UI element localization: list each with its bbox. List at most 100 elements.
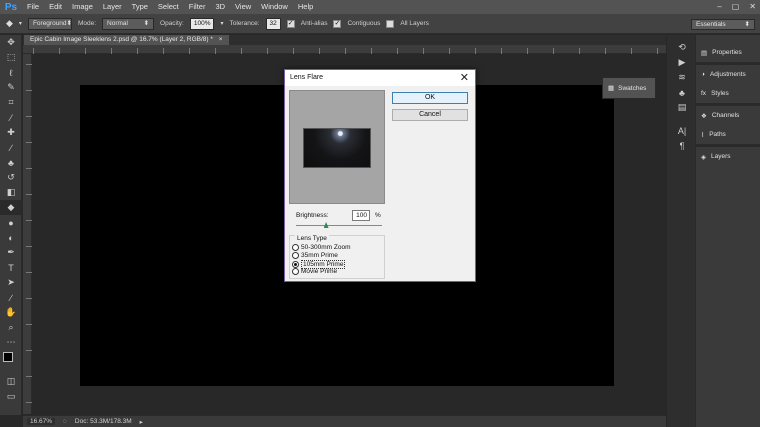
shape-tool-icon[interactable]: ∕ — [0, 290, 22, 305]
paths-icon: ⌇ — [701, 131, 705, 139]
zoom-level[interactable]: 16.67% — [27, 418, 56, 425]
window-controls: – ▢ ✕ — [717, 0, 756, 14]
flare-preview[interactable] — [289, 90, 385, 204]
lasso-tool-icon[interactable]: ℓ — [0, 65, 22, 80]
tools-panel: ✥ ⬚ ℓ ✎ ⌗ ⁄ ✚ ∕ ♣ ↺ ◧ ◆ ● ◐ ✒ T ➤ ∕ ✋ ⌕ … — [0, 35, 22, 415]
status-bar: 16.67% ◌ Doc: 53.3M/178.3M ▸ — [23, 415, 666, 427]
panel-channels[interactable]: ❖ Channels — [696, 106, 760, 125]
actions-icon[interactable]: ▶ — [671, 55, 693, 70]
menu-type[interactable]: Type — [127, 0, 153, 14]
pen-tool-icon[interactable]: ✒ — [0, 245, 22, 260]
lens-option-50-300[interactable]: 50-300mm Zoom — [292, 244, 351, 251]
lens-option-movie-prime[interactable]: Movie Prime — [292, 268, 337, 275]
brightness-slider-track[interactable] — [296, 225, 382, 226]
foreground-color-swatch[interactable] — [3, 352, 13, 362]
eraser-tool-icon[interactable]: ◧ — [0, 185, 22, 200]
color-swatches[interactable] — [0, 350, 21, 374]
marquee-tool-icon[interactable]: ⬚ — [0, 50, 22, 65]
clone-stamp-tool-icon[interactable]: ♣ — [0, 155, 22, 170]
opacity-chevron-icon[interactable]: ▾ — [220, 20, 223, 27]
menu-help[interactable]: Help — [293, 0, 318, 14]
close-icon[interactable]: ✕ — [749, 0, 756, 14]
quick-select-tool-icon[interactable]: ✎ — [0, 80, 22, 95]
crop-tool-icon[interactable]: ⌗ — [0, 95, 22, 110]
blur-tool-icon[interactable]: ● — [0, 215, 22, 230]
status-circle-icon[interactable]: ◌ — [63, 418, 67, 425]
workspace-select[interactable]: Essentials ⬍ — [691, 19, 755, 30]
brushes-icon[interactable]: ≋ — [671, 70, 693, 85]
panel-adjustments[interactable]: ◑ Adjustments — [696, 65, 760, 84]
lens-flare-dialog: Lens Flare ✕ OK Cancel Brightness: 100 %… — [284, 69, 476, 282]
menu-edit[interactable]: Edit — [44, 0, 67, 14]
tolerance-field[interactable]: 32 — [265, 17, 281, 30]
document-close-icon[interactable]: × — [219, 36, 223, 43]
character-icon[interactable]: A| — [671, 123, 693, 138]
radio-button-selected[interactable] — [292, 261, 299, 268]
radio-button[interactable] — [292, 244, 299, 251]
menu-window[interactable]: Window — [256, 0, 293, 14]
doc-size-info: Doc: 53.3M/178.3M — [74, 418, 132, 425]
maximize-icon[interactable]: ▢ — [732, 0, 740, 14]
menu-file[interactable]: File — [22, 0, 44, 14]
swatches-label: Swatches — [618, 84, 647, 92]
menu-filter[interactable]: Filter — [184, 0, 211, 14]
vertical-ruler[interactable] — [23, 54, 32, 414]
panel-properties[interactable]: ▤ Properties — [696, 43, 760, 62]
healing-brush-tool-icon[interactable]: ✚ — [0, 125, 22, 140]
tool-preset-chevron-icon[interactable]: ▾ — [19, 20, 22, 27]
path-selection-tool-icon[interactable]: ➤ — [0, 275, 22, 290]
cancel-button[interactable]: Cancel — [392, 109, 468, 121]
horizontal-ruler[interactable] — [23, 45, 666, 54]
menu-select[interactable]: Select — [153, 0, 184, 14]
menu-layer[interactable]: Layer — [98, 0, 127, 14]
dialog-close-icon[interactable]: ✕ — [460, 71, 469, 85]
opacity-field[interactable]: 100% — [189, 17, 215, 30]
status-arrow-icon[interactable]: ▸ — [140, 418, 143, 426]
radio-button[interactable] — [292, 252, 299, 259]
hand-tool-icon[interactable]: ✋ — [0, 305, 22, 320]
styles-icon: fx — [701, 90, 707, 97]
minimize-icon[interactable]: – — [717, 0, 721, 14]
swatches-panel[interactable]: ▦ Swatches — [602, 77, 656, 99]
all-layers-checkbox[interactable] — [386, 19, 395, 28]
extra-tools-icon[interactable]: ⋯ — [0, 335, 22, 350]
brightness-unit: % — [375, 212, 381, 219]
panel-styles[interactable]: fx Styles — [696, 84, 760, 103]
radio-button[interactable] — [292, 268, 299, 275]
paragraph-icon[interactable]: ¶ — [671, 138, 693, 153]
tolerance-label: Tolerance: — [229, 20, 260, 27]
ok-button[interactable]: OK — [392, 92, 468, 104]
anti-alias-checkbox[interactable]: ✓ — [286, 19, 295, 28]
mode-select[interactable]: Normal ⬍ — [102, 17, 155, 30]
paint-bucket-tool-icon[interactable]: ◆ — [0, 200, 22, 215]
brightness-field[interactable]: 100 — [352, 210, 370, 221]
history-icon[interactable]: ⟲ — [671, 40, 693, 55]
brush-presets-icon[interactable]: ▤ — [671, 100, 693, 115]
menu-3d[interactable]: 3D — [210, 0, 230, 14]
type-tool-icon[interactable]: T — [0, 260, 22, 275]
panel-paths[interactable]: ⌇ Paths — [696, 125, 760, 144]
fill-source-select[interactable]: Foreground ⬍ — [27, 17, 72, 30]
dodge-tool-icon[interactable]: ◐ — [0, 230, 22, 245]
menu-view[interactable]: View — [230, 0, 256, 14]
anti-alias-label: Anti-alias — [300, 20, 328, 27]
eyedropper-tool-icon[interactable]: ⁄ — [0, 110, 22, 125]
photoshop-logo: Ps — [4, 1, 18, 13]
preview-thumbnail[interactable] — [303, 128, 371, 168]
zoom-tool-icon[interactable]: ⌕ — [0, 320, 22, 335]
quick-mask-icon[interactable]: ◫ — [0, 374, 22, 389]
clone-source-icon[interactable]: ♣ — [671, 85, 693, 100]
brush-tool-icon[interactable]: ∕ — [0, 140, 22, 155]
move-tool-icon[interactable]: ✥ — [0, 35, 22, 50]
document-tab[interactable]: Epic Cabin Image Sleeklens 2.psd @ 16.7%… — [24, 35, 229, 45]
channels-icon: ❖ — [701, 112, 707, 120]
menu-image[interactable]: Image — [67, 0, 98, 14]
swatches-icon: ▦ — [608, 85, 615, 92]
panel-layers[interactable]: ◈ Layers — [696, 147, 760, 166]
screen-mode-icon[interactable]: ▭ — [0, 389, 22, 404]
lens-option-35mm[interactable]: 35mm Prime — [292, 252, 338, 259]
contiguous-checkbox[interactable]: ✓ — [333, 19, 342, 28]
history-brush-tool-icon[interactable]: ↺ — [0, 170, 22, 185]
document-title: Epic Cabin Image Sleeklens 2.psd @ 16.7%… — [30, 36, 213, 43]
paint-bucket-icon[interactable]: ◆ — [6, 18, 13, 29]
